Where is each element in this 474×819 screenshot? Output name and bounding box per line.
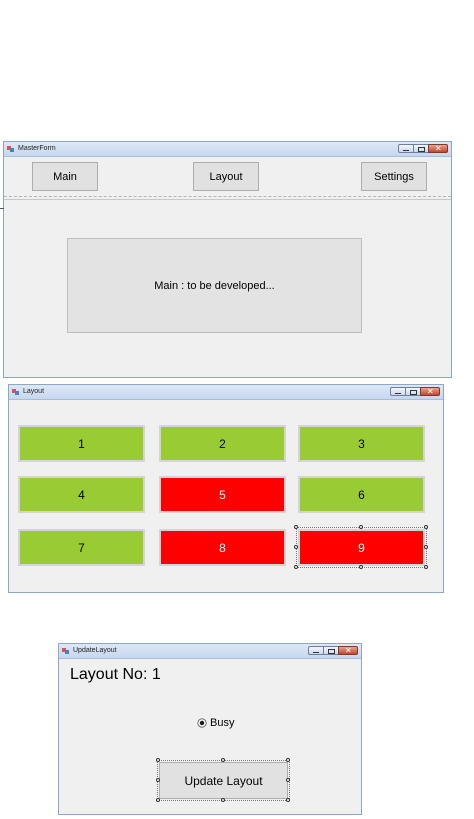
maximize-icon[interactable] xyxy=(323,646,338,655)
app-icon xyxy=(62,648,69,654)
tile-label: 7 xyxy=(78,540,85,555)
close-icon[interactable] xyxy=(428,142,448,156)
layout-tile[interactable]: 6 xyxy=(298,476,425,513)
main-placeholder-label: Main : to be developed... xyxy=(154,279,275,292)
master-form-toolbar: Main Layout Settings xyxy=(4,156,451,197)
resize-handle[interactable] xyxy=(424,565,428,569)
tile-label: 2 xyxy=(219,436,226,451)
close-icon[interactable] xyxy=(420,385,440,399)
busy-radio[interactable]: Busy xyxy=(197,716,234,730)
layout-tile[interactable]: 1 xyxy=(18,425,145,462)
radio-checked-icon xyxy=(197,718,207,728)
tile-label: 1 xyxy=(78,436,85,451)
minimize-icon[interactable] xyxy=(308,646,323,655)
layout-tile[interactable]: 2 xyxy=(159,425,286,462)
layout-tile[interactable]: 4 xyxy=(18,476,145,513)
resize-handle[interactable] xyxy=(286,758,290,762)
main-button[interactable]: Main xyxy=(32,162,98,191)
selection-outline xyxy=(157,760,290,801)
master-form-titlebar[interactable]: MasterForm xyxy=(4,142,451,157)
window-controls xyxy=(308,644,358,658)
update-layout-titlebar[interactable]: UpdateLayout xyxy=(59,644,361,659)
separator-tick xyxy=(0,208,4,209)
resize-handle[interactable] xyxy=(221,798,225,802)
busy-radio-label: Busy xyxy=(210,717,235,729)
tile-label: 6 xyxy=(358,487,365,502)
resize-handle[interactable] xyxy=(286,778,290,782)
layout-tile[interactable]: 7 xyxy=(18,529,145,566)
layout-form-title: Layout xyxy=(23,388,45,395)
resize-handle[interactable] xyxy=(359,525,363,529)
layout-tile[interactable]: 3 xyxy=(298,425,425,462)
master-form-window: MasterForm Main Layout Settings Main : t… xyxy=(3,141,452,378)
update-layout-form-window: UpdateLayout Layout No: 1 Busy Update La… xyxy=(58,643,362,815)
resize-handle[interactable] xyxy=(424,525,428,529)
layout-form-window: Layout 1 2 3 4 5 6 7 8 9 xyxy=(8,384,444,593)
tile-label: 8 xyxy=(219,540,226,555)
resize-handle[interactable] xyxy=(294,525,298,529)
tile-label: 3 xyxy=(358,436,365,451)
tile-label: 4 xyxy=(78,487,85,502)
resize-handle[interactable] xyxy=(156,758,160,762)
tile-label: 5 xyxy=(219,487,226,502)
settings-button[interactable]: Settings xyxy=(361,162,427,191)
minimize-icon[interactable] xyxy=(398,144,413,153)
layout-button[interactable]: Layout xyxy=(193,162,259,191)
layout-tile[interactable]: 8 xyxy=(159,529,286,566)
layout-number-label: Layout No: 1 xyxy=(70,666,161,683)
resize-handle[interactable] xyxy=(286,798,290,802)
main-placeholder-panel: Main : to be developed... xyxy=(67,238,362,333)
maximize-icon[interactable] xyxy=(413,144,428,153)
window-controls xyxy=(398,142,448,156)
master-form-title: MasterForm xyxy=(18,145,56,152)
close-icon[interactable] xyxy=(338,644,358,658)
resize-handle[interactable] xyxy=(156,798,160,802)
resize-handle[interactable] xyxy=(156,778,160,782)
update-layout-title: UpdateLayout xyxy=(73,647,117,654)
layout-tile[interactable]: 5 xyxy=(159,476,286,513)
resize-handle[interactable] xyxy=(359,565,363,569)
maximize-icon[interactable] xyxy=(405,387,420,396)
app-icon xyxy=(12,389,19,395)
resize-handle[interactable] xyxy=(294,545,298,549)
layout-form-titlebar[interactable]: Layout xyxy=(9,385,443,400)
minimize-icon[interactable] xyxy=(390,387,405,396)
resize-handle[interactable] xyxy=(424,545,428,549)
master-form-content-panel: Main : to be developed... xyxy=(4,199,451,378)
app-icon xyxy=(7,146,14,152)
selection-outline xyxy=(296,527,427,568)
resize-handle[interactable] xyxy=(294,565,298,569)
resize-handle[interactable] xyxy=(221,758,225,762)
window-controls xyxy=(390,385,440,399)
